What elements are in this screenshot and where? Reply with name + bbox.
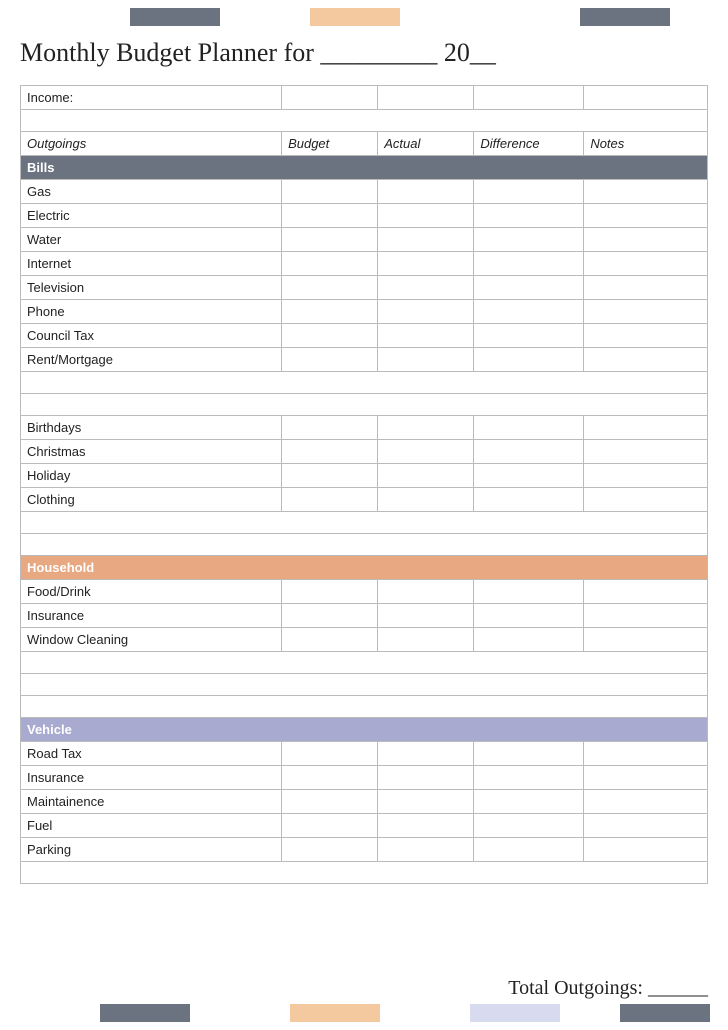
- row-council-tax: Council Tax: [21, 324, 708, 348]
- row-road-tax: Road Tax: [21, 742, 708, 766]
- budget-table: Income: Outgoings Budget Actual Differen…: [20, 85, 708, 884]
- label-food-drink: Food/Drink: [21, 580, 282, 604]
- row-birthdays: Birthdays: [21, 416, 708, 440]
- label-maintainence: Maintainence: [21, 790, 282, 814]
- budget-table-wrapper: Income: Outgoings Budget Actual Differen…: [20, 85, 708, 965]
- label-internet: Internet: [21, 252, 282, 276]
- spacer-row: [21, 110, 708, 132]
- label-insurance-vehicle: Insurance: [21, 766, 282, 790]
- row-insurance-household: Insurance: [21, 604, 708, 628]
- col-notes: Notes: [584, 132, 708, 156]
- spacer-household-2: [21, 674, 708, 696]
- col-outgoings: Outgoings: [21, 132, 282, 156]
- bills-label: Bills: [21, 156, 708, 180]
- label-clothing: Clothing: [21, 488, 282, 512]
- spacer-savings-2: [21, 534, 708, 556]
- row-gas: Gas: [21, 180, 708, 204]
- row-television: Television: [21, 276, 708, 300]
- deco-bot-1: [100, 1004, 190, 1022]
- row-window-cleaning: Window Cleaning: [21, 628, 708, 652]
- label-phone: Phone: [21, 300, 282, 324]
- household-label: Household: [21, 556, 708, 580]
- row-christmas: Christmas: [21, 440, 708, 464]
- income-budget: [282, 86, 378, 110]
- row-electric: Electric: [21, 204, 708, 228]
- label-christmas: Christmas: [21, 440, 282, 464]
- label-rent-mortgage: Rent/Mortgage: [21, 348, 282, 372]
- label-television: Television: [21, 276, 282, 300]
- spacer-household-1: [21, 652, 708, 674]
- row-water: Water: [21, 228, 708, 252]
- label-holiday: Holiday: [21, 464, 282, 488]
- income-label: Income:: [21, 86, 282, 110]
- label-road-tax: Road Tax: [21, 742, 282, 766]
- col-budget: Budget: [282, 132, 378, 156]
- label-water: Water: [21, 228, 282, 252]
- label-birthdays: Birthdays: [21, 416, 282, 440]
- row-rent-mortgage: Rent/Mortgage: [21, 348, 708, 372]
- income-notes: [584, 86, 708, 110]
- deco-bot-4: [620, 1004, 710, 1022]
- row-fuel: Fuel: [21, 814, 708, 838]
- vehicle-section-header: Vehicle: [21, 718, 708, 742]
- deco-bot-2: [290, 1004, 380, 1022]
- row-internet: Internet: [21, 252, 708, 276]
- label-window-cleaning: Window Cleaning: [21, 628, 282, 652]
- deco-top-right: [580, 8, 670, 26]
- row-food-drink: Food/Drink: [21, 580, 708, 604]
- row-clothing: Clothing: [21, 488, 708, 512]
- col-difference: Difference: [474, 132, 584, 156]
- spacer-savings-1: [21, 512, 708, 534]
- label-insurance-household: Insurance: [21, 604, 282, 628]
- label-fuel: Fuel: [21, 814, 282, 838]
- bills-section-header: Bills: [21, 156, 708, 180]
- income-row: Income:: [21, 86, 708, 110]
- label-gas: Gas: [21, 180, 282, 204]
- deco-top-center: [310, 8, 400, 26]
- row-maintainence: Maintainence: [21, 790, 708, 814]
- row-insurance-vehicle: Insurance: [21, 766, 708, 790]
- row-phone: Phone: [21, 300, 708, 324]
- income-actual: [378, 86, 474, 110]
- total-outgoings: Total Outgoings: ______: [508, 977, 708, 1000]
- label-council-tax: Council Tax: [21, 324, 282, 348]
- spacer-bills-1: [21, 372, 708, 394]
- row-holiday: Holiday: [21, 464, 708, 488]
- col-actual: Actual: [378, 132, 474, 156]
- spacer-vehicle-1: [21, 862, 708, 884]
- row-parking: Parking: [21, 838, 708, 862]
- income-diff: [474, 86, 584, 110]
- column-header-row: Outgoings Budget Actual Difference Notes: [21, 132, 708, 156]
- deco-top-left: [130, 8, 220, 26]
- spacer-bills-2: [21, 394, 708, 416]
- vehicle-label: Vehicle: [21, 718, 708, 742]
- spacer-household-3: [21, 696, 708, 718]
- page: Monthly Budget Planner for _________ 20_…: [0, 0, 728, 1030]
- label-parking: Parking: [21, 838, 282, 862]
- label-electric: Electric: [21, 204, 282, 228]
- page-title: Monthly Budget Planner for _________ 20_…: [20, 38, 496, 68]
- deco-bot-3: [470, 1004, 560, 1022]
- household-section-header: Household: [21, 556, 708, 580]
